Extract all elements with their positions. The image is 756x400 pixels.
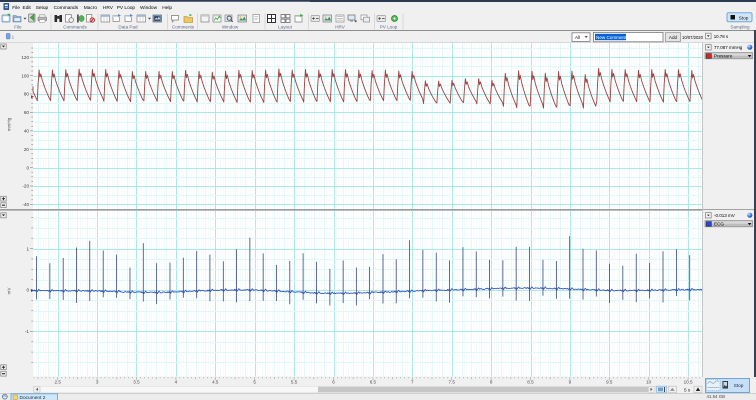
svg-text:mV: mV bbox=[7, 287, 12, 295]
svg-text:mmHg: mmHg bbox=[7, 117, 12, 131]
svg-text:Pressure: Pressure bbox=[714, 53, 733, 58]
svg-text:-0.013 mV: -0.013 mV bbox=[714, 213, 735, 218]
svg-text:ECG: ECG bbox=[714, 221, 724, 226]
svg-text:Document 2: Document 2 bbox=[20, 395, 46, 400]
svg-text:Stop: Stop bbox=[733, 383, 743, 389]
svg-text:77.087 mmHg: 77.087 mmHg bbox=[714, 45, 743, 50]
